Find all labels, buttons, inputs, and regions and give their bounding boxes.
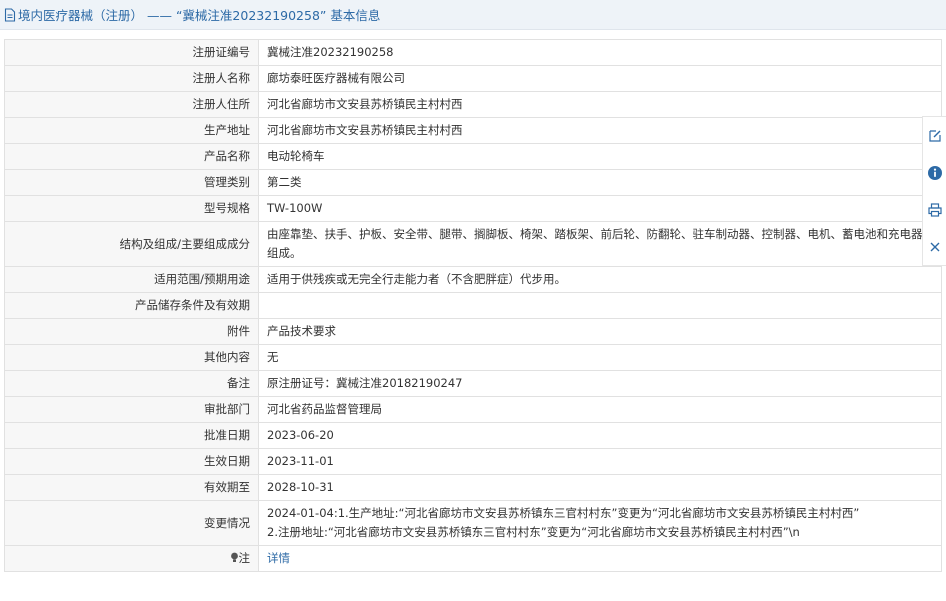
details-link[interactable]: 详情 <box>267 551 290 565</box>
field-label: 注册证编号 <box>4 39 259 66</box>
field-value: 2024-01-04:1.生产地址:“河北省廊坊市文安县苏桥镇东三官村村东”变更… <box>258 500 942 546</box>
page-title: 境内医疗器械（注册） —— “冀械注准20232190258” 基本信息 <box>18 8 381 23</box>
field-value: 2023-06-20 <box>258 422 942 449</box>
page-header: 境内医疗器械（注册） —— “冀械注准20232190258” 基本信息 <box>0 0 946 30</box>
table-row: 有效期至 2028-10-31 <box>4 474 942 501</box>
table-row: 批准日期 2023-06-20 <box>4 422 942 449</box>
field-label: 备注 <box>4 370 259 397</box>
table-row: 注 详情 <box>4 545 942 572</box>
field-value: 冀械注准20232190258 <box>258 39 942 66</box>
table-row: 适用范围/预期用途 适用于供残疾或无完全行走能力者（不含肥胖症）代步用。 <box>4 266 942 293</box>
field-label: 生产地址 <box>4 117 259 144</box>
field-value: 2023-11-01 <box>258 448 942 475</box>
field-label: 型号规格 <box>4 195 259 222</box>
field-value: 详情 <box>258 545 942 572</box>
field-label: 审批部门 <box>4 396 259 423</box>
field-value <box>258 292 942 319</box>
lightbulb-icon <box>230 551 239 565</box>
close-icon[interactable] <box>927 239 943 255</box>
field-value: 产品技术要求 <box>258 318 942 345</box>
field-label: 结构及组成/主要组成成分 <box>4 221 259 267</box>
field-label: 变更情况 <box>4 500 259 546</box>
field-label: 适用范围/预期用途 <box>4 266 259 293</box>
field-label: 生效日期 <box>4 448 259 475</box>
table-row: 附件 产品技术要求 <box>4 318 942 345</box>
field-label: 有效期至 <box>4 474 259 501</box>
field-label: 注册人住所 <box>4 91 259 118</box>
field-value: 廊坊泰旺医疗器械有限公司 <box>258 65 942 92</box>
table-row: 审批部门 河北省药品监督管理局 <box>4 396 942 423</box>
field-value: 河北省廊坊市文安县苏桥镇民主村村西 <box>258 117 942 144</box>
note-label: 注 <box>238 551 251 565</box>
field-value: 河北省廊坊市文安县苏桥镇民主村村西 <box>258 91 942 118</box>
field-label: 注 <box>4 545 259 572</box>
field-value: 原注册证号：冀械注准20182190247 <box>258 370 942 397</box>
table-row: 生产地址 河北省廊坊市文安县苏桥镇民主村村西 <box>4 117 942 144</box>
table-row: 注册人名称 廊坊泰旺医疗器械有限公司 <box>4 65 942 92</box>
field-label: 产品名称 <box>4 143 259 170</box>
field-label: 附件 <box>4 318 259 345</box>
field-value: 由座靠垫、扶手、护板、安全带、腿带、搁脚板、椅架、踏板架、前后轮、防翻轮、驻车制… <box>258 221 942 267</box>
field-label: 注册人名称 <box>4 65 259 92</box>
field-value: 适用于供残疾或无完全行走能力者（不含肥胖症）代步用。 <box>258 266 942 293</box>
document-icon <box>4 7 16 22</box>
table-row: 产品储存条件及有效期 <box>4 292 942 319</box>
table-row: 型号规格 TW-100W <box>4 195 942 222</box>
field-value: 第二类 <box>258 169 942 196</box>
field-label: 其他内容 <box>4 344 259 371</box>
field-label: 管理类别 <box>4 169 259 196</box>
table-row: 变更情况 2024-01-04:1.生产地址:“河北省廊坊市文安县苏桥镇东三官村村… <box>4 500 942 546</box>
table-row: 结构及组成/主要组成成分 由座靠垫、扶手、护板、安全带、腿带、搁脚板、椅架、踏板架… <box>4 221 942 267</box>
edit-icon[interactable] <box>927 128 943 144</box>
print-icon[interactable] <box>927 202 943 218</box>
side-toolbar <box>922 116 946 266</box>
field-value: 电动轮椅车 <box>258 143 942 170</box>
table-row: 注册人住所 河北省廊坊市文安县苏桥镇民主村村西 <box>4 91 942 118</box>
table-row: 注册证编号 冀械注准20232190258 <box>4 39 942 66</box>
field-value: TW-100W <box>258 195 942 222</box>
info-icon[interactable] <box>927 165 943 181</box>
field-label: 批准日期 <box>4 422 259 449</box>
field-label: 产品储存条件及有效期 <box>4 292 259 319</box>
table-row: 备注 原注册证号：冀械注准20182190247 <box>4 370 942 397</box>
table-row: 产品名称 电动轮椅车 <box>4 143 942 170</box>
table-row: 生效日期 2023-11-01 <box>4 448 942 475</box>
table-row: 其他内容无 <box>4 344 942 371</box>
info-table: 注册证编号 冀械注准20232190258 注册人名称 廊坊泰旺医疗器械有限公司 注… <box>4 39 942 572</box>
field-value: 2028-10-31 <box>258 474 942 501</box>
field-value: 河北省药品监督管理局 <box>258 396 942 423</box>
table-row: 管理类别 第二类 <box>4 169 942 196</box>
field-value: 无 <box>258 344 942 371</box>
